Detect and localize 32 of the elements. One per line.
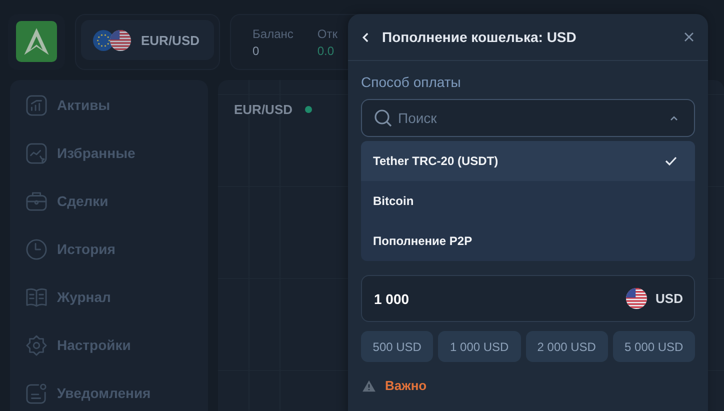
stat-label: Баланс — [252, 27, 294, 41]
warning-icon — [362, 380, 376, 392]
chart-pair-label: EUR/USD — [234, 102, 293, 117]
chart-icon — [26, 94, 47, 116]
us-flag-icon — [110, 30, 131, 50]
amount-preset-button[interactable]: 1 000 USD — [438, 331, 520, 362]
amount-preset-button[interactable]: 500 USD — [361, 331, 434, 362]
search-icon — [374, 109, 392, 127]
payment-option[interactable]: Пополнение P2P — [361, 221, 695, 261]
logo-icon — [16, 21, 57, 62]
amount-preset-button[interactable]: 2 000 USD — [526, 331, 608, 362]
stat-value: 0.0 — [317, 44, 336, 58]
notification-icon — [26, 382, 47, 404]
clock-icon — [26, 238, 47, 260]
payment-option[interactable]: Bitcoin — [361, 181, 695, 221]
settings-icon — [26, 334, 47, 356]
briefcase-icon — [26, 190, 47, 212]
dialog-title: Пополнение кошелька: USD — [382, 29, 578, 45]
important-notice-link[interactable]: Важно — [385, 378, 427, 393]
live-status-dot — [304, 106, 312, 113]
check-icon — [665, 156, 677, 166]
search-field[interactable]: Поиск — [361, 99, 695, 137]
back-chevron-icon[interactable] — [362, 32, 370, 42]
stat-label: Отк — [317, 27, 338, 41]
currency-label: USD — [656, 291, 683, 306]
currency-pair-button[interactable]: EUR/USD — [81, 20, 214, 60]
book-icon — [26, 286, 47, 308]
amount-preset-button[interactable]: 5 000 USD — [612, 331, 695, 362]
stat-value: 0 — [252, 44, 260, 58]
close-icon[interactable] — [684, 32, 694, 42]
payment-method-label: Способ оплаты — [361, 74, 462, 90]
payment-option[interactable]: Tether TRC-20 (USDT) — [361, 141, 695, 181]
